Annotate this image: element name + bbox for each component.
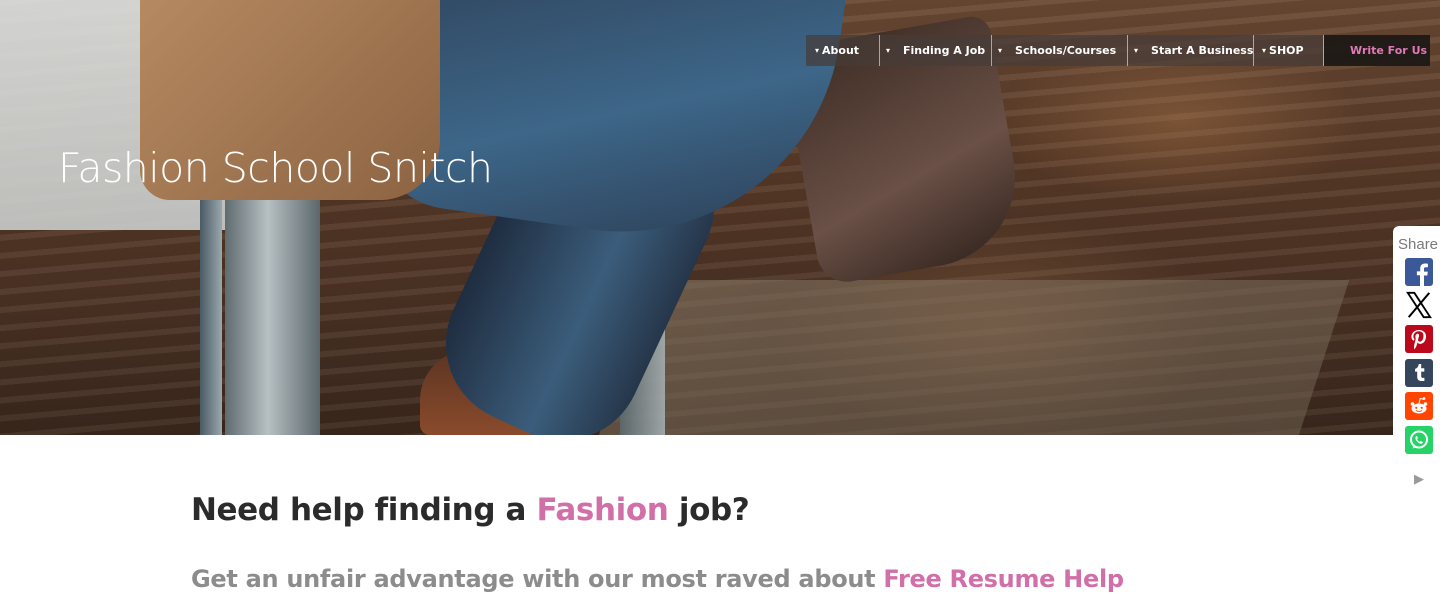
nav-item-label: Write For Us <box>1350 44 1428 57</box>
share-collapse-arrow-icon[interactable]: ▶ <box>1414 471 1424 487</box>
x-icon <box>1406 291 1432 319</box>
main-nav: ▾ About ▾ Finding A Job ▾ Schools/Course… <box>806 35 1430 66</box>
chevron-down-icon: ▾ <box>998 46 1003 55</box>
facebook-icon <box>1405 258 1433 286</box>
nav-item-schools-courses[interactable]: ▾ Schools/Courses <box>992 35 1128 66</box>
site-title[interactable]: Fashion School Snitch <box>58 144 493 192</box>
nav-item-shop[interactable]: ▾ SHOP <box>1254 35 1324 66</box>
nav-item-label: Start A Business <box>1151 44 1254 57</box>
nav-item-about[interactable]: ▾ About <box>806 35 880 66</box>
subline-text: Get an unfair advantage with our most ra… <box>191 565 884 593</box>
share-pinterest-button[interactable] <box>1405 325 1433 353</box>
share-label: Share <box>1398 236 1439 253</box>
nav-item-finding-a-job[interactable]: ▾ Finding A Job <box>880 35 992 66</box>
hero-banner: Fashion School Snitch ▾ About ▾ Finding … <box>0 0 1440 435</box>
nav-item-label: About <box>822 44 860 57</box>
share-tumblr-button[interactable] <box>1405 359 1433 387</box>
chevron-down-icon: ▾ <box>886 46 891 55</box>
share-x-button[interactable] <box>1405 291 1433 319</box>
share-whatsapp-button[interactable] <box>1405 426 1433 454</box>
nav-item-start-a-business[interactable]: ▾ Start A Business <box>1128 35 1254 66</box>
headline-text: Need help finding a <box>191 492 537 528</box>
nav-item-label: Finding A Job <box>903 44 986 57</box>
nav-item-label: Schools/Courses <box>1015 44 1117 57</box>
chevron-down-icon: ▾ <box>1262 46 1267 55</box>
page-subheadline: Get an unfair advantage with our most ra… <box>191 565 1124 593</box>
nav-item-label: SHOP <box>1269 44 1304 57</box>
share-facebook-button[interactable] <box>1405 258 1433 286</box>
headline-text: job? <box>668 492 750 528</box>
pinterest-icon <box>1405 325 1433 353</box>
chevron-down-icon: ▾ <box>815 46 820 55</box>
whatsapp-icon <box>1405 426 1433 454</box>
headline-accent: Fashion <box>536 492 669 528</box>
reddit-icon <box>1405 392 1433 420</box>
page-headline: Need help finding a Fashion job? <box>191 492 750 528</box>
tumblr-icon <box>1405 359 1433 387</box>
chevron-down-icon: ▾ <box>1134 46 1139 55</box>
hero-image-floor <box>590 280 1350 435</box>
free-resume-help-link[interactable]: Free Resume Help <box>883 565 1124 593</box>
share-sidebar: Share <box>1393 226 1440 456</box>
share-reddit-button[interactable] <box>1405 392 1433 420</box>
nav-item-write-for-us[interactable]: Write For Us <box>1324 35 1430 66</box>
